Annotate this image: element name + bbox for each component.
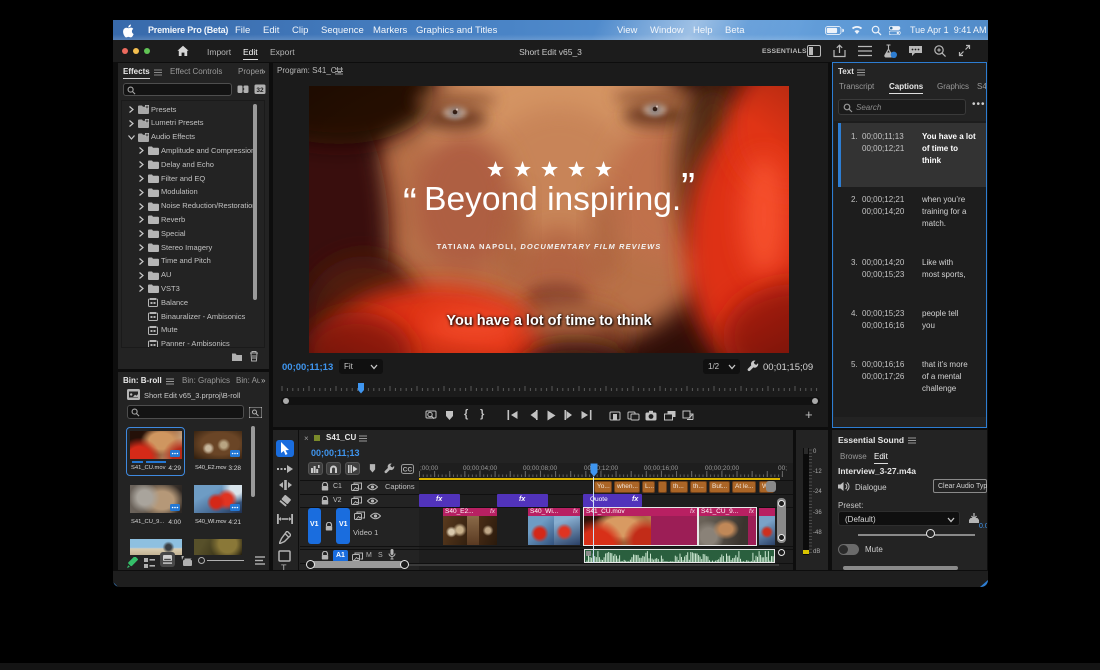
svg-text:32: 32: [256, 87, 264, 94]
